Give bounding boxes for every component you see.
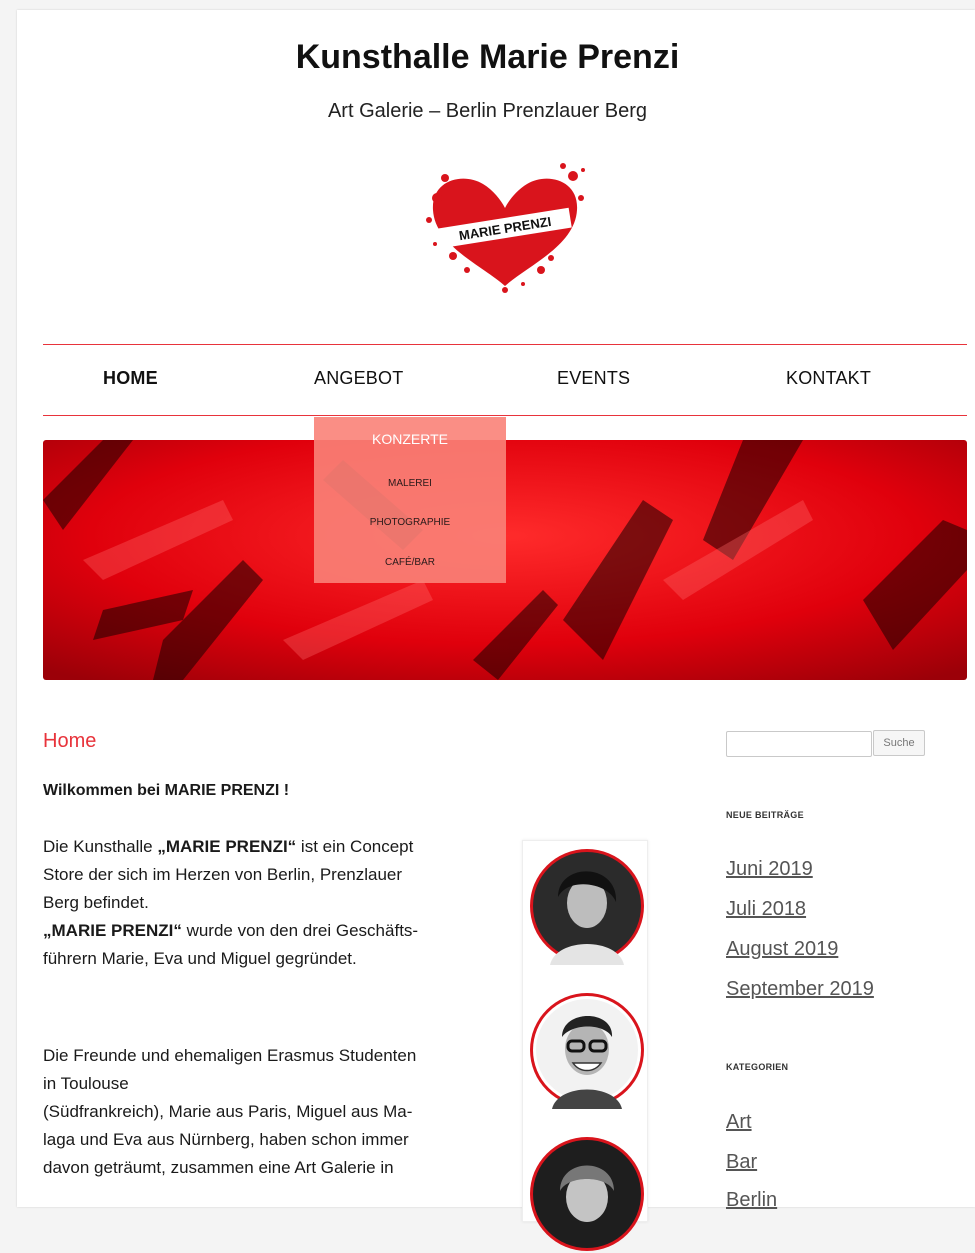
recent-post-link[interactable]: Juli 2018 — [726, 898, 806, 921]
search-button[interactable]: Suche — [873, 730, 925, 756]
brand-name: „MARIE PRENZI“ — [157, 837, 297, 856]
recent-post-link[interactable]: Juni 2019 — [726, 858, 813, 881]
avatar-eva — [530, 1137, 644, 1251]
dropdown-item-photographie[interactable]: PHOTOGRAPHIE — [314, 517, 506, 528]
nav-item-events[interactable]: EVENTS — [557, 368, 630, 389]
avatar-miguel — [530, 993, 644, 1109]
dropdown-item-konzerte[interactable]: KONZERTE — [314, 431, 506, 447]
avatar-marie — [530, 849, 644, 965]
nav-item-angebot[interactable]: ANGEBOT — [314, 368, 403, 389]
text-line: Store der sich im Herzen von Berlin, Pre… — [43, 865, 403, 884]
text-line: ist ein Concept — [296, 837, 414, 856]
category-link[interactable]: Art — [726, 1111, 752, 1134]
text-line: Berg befindet. — [43, 893, 149, 912]
categories-title: KATEGORIEN — [726, 1062, 789, 1072]
founder-photos — [522, 840, 648, 1251]
nav-bottom-border — [43, 415, 967, 416]
text-line: Die Freunde und ehemaligen Erasmus Stude… — [43, 1046, 417, 1065]
text-line: laga und Eva aus Nürnberg, haben schon i… — [43, 1130, 409, 1149]
text-line: Die Kunsthalle — [43, 837, 158, 856]
site-subtitle: Art Galerie – Berlin Prenzlauer Berg — [327, 100, 648, 122]
intro-paragraph: Die Kunsthalle „MARIE PRENZI“ ist ein Co… — [43, 833, 513, 973]
nav-item-kontakt[interactable]: KONTAKT — [786, 368, 871, 389]
dropdown-item-malerei[interactable]: MALEREI — [314, 478, 506, 489]
founders-paragraph: Die Freunde und ehemaligen Erasmus Stude… — [43, 1042, 513, 1182]
text-line: wurde von den drei Geschäfts- — [181, 921, 419, 940]
brand-name: „MARIE PRENZI“ — [43, 921, 182, 940]
page-heading: Home — [43, 730, 97, 752]
recent-post-link[interactable]: August 2019 — [726, 938, 838, 961]
logo-heart[interactable]: MARIE PRENZI — [423, 158, 588, 293]
category-link[interactable]: Bar — [726, 1151, 757, 1174]
angebot-dropdown: KONZERTE MALEREI PHOTOGRAPHIE CAFÉ/BAR — [314, 417, 506, 583]
text-line: davon geträumt, zusammen eine Art Galeri… — [43, 1158, 394, 1177]
welcome-heading: Wilkommen bei MARIE PRENZI ! — [43, 782, 290, 799]
text-line: führern Marie, Eva und Miguel gegründet. — [43, 949, 357, 968]
text-line: in Toulouse — [43, 1074, 129, 1093]
category-link[interactable]: Berlin — [726, 1189, 777, 1212]
site-title[interactable]: Kunsthalle Marie Prenzi — [0, 38, 975, 77]
nav-item-home[interactable]: HOME — [103, 368, 158, 389]
nav-top-border — [43, 344, 967, 345]
search-input[interactable] — [726, 731, 872, 757]
recent-posts-title: NEUE BEITRÄGE — [726, 810, 804, 820]
text-line: (Südfrankreich), Marie aus Paris, Miguel… — [43, 1102, 413, 1121]
dropdown-item-cafe-bar[interactable]: CAFÉ/BAR — [314, 557, 506, 568]
recent-post-link[interactable]: September 2019 — [726, 978, 874, 1001]
